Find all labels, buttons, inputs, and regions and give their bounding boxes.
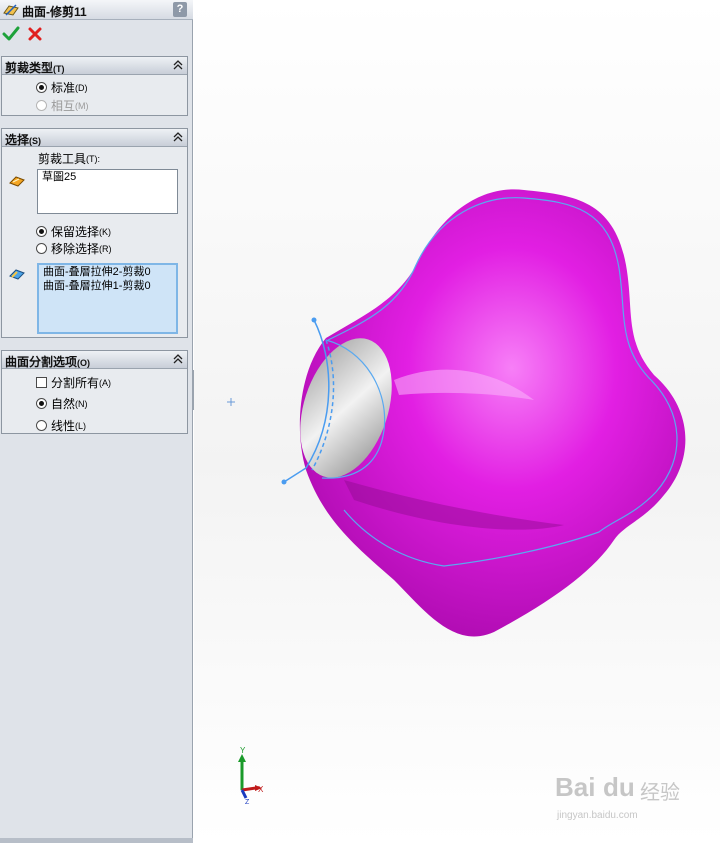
baidu-watermark: Bai du 经验 jingyan.baidu.com <box>555 770 705 830</box>
radio-button[interactable] <box>36 82 47 93</box>
piece-item[interactable]: 曲面-叠層拉伸1-剪裁0 <box>39 279 176 293</box>
watermark-url: jingyan.baidu.com <box>557 810 638 821</box>
origin-marker <box>227 398 235 406</box>
sketch-endpoint[interactable] <box>281 479 287 485</box>
standard-shortcut: (D) <box>75 82 88 93</box>
split-all-checkbox[interactable]: 分割所有 (A) <box>36 374 111 391</box>
mutual-label: 相互 <box>51 99 76 113</box>
linear-shortcut: (L) <box>75 420 87 431</box>
graphics-viewport[interactable]: Y X Z <box>194 0 720 843</box>
radio-button[interactable] <box>36 226 47 237</box>
collapse-chevron-icon[interactable] <box>172 59 184 71</box>
trim-type-group: 剪裁类型(T) 标准 (D) 相互 (M) <box>1 56 188 116</box>
split-all-shortcut: (A) <box>99 377 112 388</box>
standard-radio[interactable]: 标准 (D) <box>36 79 88 96</box>
keep-selections-shortcut: (K) <box>99 226 112 237</box>
sketch-endpoint[interactable] <box>311 317 317 323</box>
pieces-selection-icon <box>9 269 25 280</box>
watermark-brand: Bai <box>555 772 596 802</box>
trim-tool-text: 剪裁工具 <box>38 152 87 166</box>
panel-title-bar: 曲面-修剪11 ? <box>0 0 193 20</box>
trim-tool-label: 剪裁工具 (T): <box>38 150 100 167</box>
mutual-radio: 相互 (M) <box>36 97 89 114</box>
checkbox[interactable] <box>36 377 47 388</box>
help-button[interactable]: ? <box>173 2 187 17</box>
keep-selections-label: 保留选择 <box>51 225 100 239</box>
piece-item[interactable]: 曲面-叠層拉伸2-剪裁0 <box>39 265 176 279</box>
trim-tool-shortcut: (T): <box>86 153 101 164</box>
surface-split-title: 曲面分割选项 <box>5 355 78 369</box>
radio-button[interactable] <box>36 398 47 409</box>
view-triad: Y X Z <box>238 746 264 806</box>
trim-tool-item[interactable]: 草圖25 <box>38 170 177 184</box>
mutual-shortcut: (M) <box>75 100 89 111</box>
trim-type-title: 剪裁类型 <box>5 61 54 75</box>
trim-type-shortcut: (T) <box>53 64 65 74</box>
triad-y-label: Y <box>240 746 246 755</box>
linear-radio[interactable]: 线性 (L) <box>36 417 86 434</box>
panel-bottom-strip <box>0 838 193 843</box>
standard-label: 标准 <box>51 81 76 95</box>
natural-label: 自然 <box>51 397 76 411</box>
split-all-label: 分割所有 <box>51 376 100 390</box>
remove-selections-shortcut: (R) <box>99 243 112 254</box>
property-manager-panel: 曲面-修剪11 ? 剪裁类型(T) 标准 (D) 相互 (M) 选择(S) 剪裁… <box>0 0 193 843</box>
feature-title: 曲面-修剪11 <box>22 5 87 19</box>
radio-button[interactable] <box>36 243 47 254</box>
triad-z-label: Z <box>245 799 250 806</box>
trim-tool-listbox[interactable]: 草圖25 <box>37 169 178 214</box>
radio-button[interactable] <box>36 420 47 431</box>
trim-type-header[interactable]: 剪裁类型(T) <box>2 57 187 75</box>
selections-title: 选择 <box>5 133 30 147</box>
collapse-chevron-icon[interactable] <box>172 131 184 143</box>
natural-shortcut: (N) <box>75 398 88 409</box>
radio-button <box>36 100 47 111</box>
selections-group: 选择(S) 剪裁工具 (T): 草圖25 保留选择 (K) 移除选择 (R) 曲… <box>1 128 188 338</box>
selections-header[interactable]: 选择(S) <box>2 129 187 147</box>
triad-x-label: X <box>258 785 264 794</box>
remove-selections-radio[interactable]: 移除选择 (R) <box>36 240 112 257</box>
watermark-brand-du: du <box>603 772 635 802</box>
selections-shortcut: (S) <box>29 136 42 146</box>
linear-label: 线性 <box>51 419 76 433</box>
ok-check-icon[interactable] <box>2 25 20 43</box>
surface-split-options-group: 曲面分割选项(O) 分割所有 (A) 自然 (N) 线性 (L) <box>1 350 188 434</box>
model-render[interactable]: Y X Z <box>194 0 720 843</box>
surface-split-shortcut: (O) <box>77 358 91 368</box>
collapse-chevron-icon[interactable] <box>172 353 184 365</box>
natural-radio[interactable]: 自然 (N) <box>36 395 88 412</box>
keep-selections-radio[interactable]: 保留选择 (K) <box>36 223 111 240</box>
remove-selections-label: 移除选择 <box>51 242 100 256</box>
cancel-x-icon[interactable] <box>26 25 44 43</box>
watermark-cn: 经验 <box>640 782 680 804</box>
surface-split-header[interactable]: 曲面分割选项(O) <box>2 351 187 369</box>
trim-tool-selection-icon <box>9 176 25 187</box>
pieces-to-keep-listbox[interactable]: 曲面-叠層拉伸2-剪裁0 曲面-叠層拉伸1-剪裁0 <box>37 263 178 334</box>
surface-trim-icon <box>3 4 19 16</box>
action-bar <box>0 24 193 44</box>
